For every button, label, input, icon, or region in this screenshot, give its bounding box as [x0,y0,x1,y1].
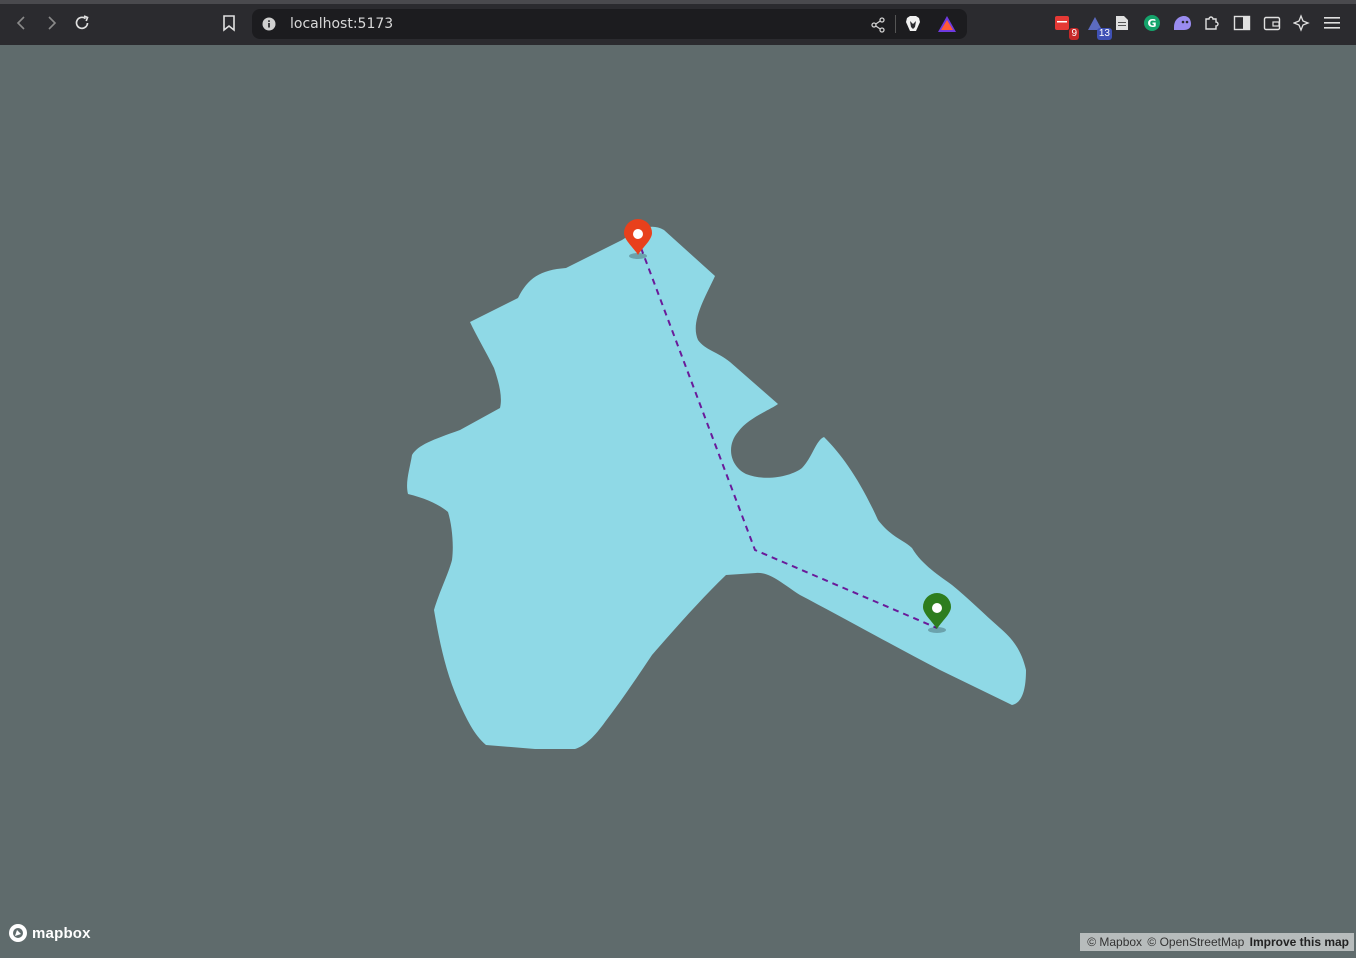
calendar-extension-button[interactable]: 9 [1051,12,1079,40]
attribution-osm-link[interactable]: © OpenStreetMap [1147,935,1244,949]
sparkle-icon [1293,14,1310,32]
doc-extension-button[interactable] [1111,12,1133,34]
extensions-button[interactable] [1201,12,1223,34]
bookmark-icon [223,15,235,32]
ghost-extension-icon [1174,16,1191,30]
map-attribution: © Mapbox © OpenStreetMap Improve this ma… [1080,933,1354,951]
calendar-extension-icon [1055,16,1069,30]
brave-shield-icon[interactable] [904,15,922,33]
brave-rewards-icon[interactable] [937,15,957,33]
map-svg[interactable] [0,45,1356,953]
marker-dot [633,229,643,239]
mapbox-logo[interactable]: mapbox [8,923,91,943]
marker-dot [932,603,942,613]
map-canvas[interactable]: mapbox © Mapbox © OpenStreetMap Improve … [0,45,1356,953]
back-button[interactable] [9,10,35,36]
attribution-mapbox-link[interactable]: © Mapbox [1087,935,1142,949]
divider [895,15,896,33]
share-icon[interactable] [870,17,886,33]
wallet-button[interactable] [1261,12,1283,34]
menu-button[interactable] [1321,12,1343,34]
info-icon[interactable] [262,17,276,31]
mapbox-logo-icon [9,924,27,942]
url-text[interactable]: localhost:5173 [290,16,393,32]
reload-icon [75,15,89,30]
address-bar[interactable]: localhost:5173 [252,9,967,39]
extension-badge: 9 [1069,28,1079,40]
mapbox-wordmark: mapbox [32,924,91,942]
grammarly-icon: G [1144,15,1160,31]
browser-toolbar: localhost:5173 9 13 G [0,0,1356,45]
ghost-extension-button[interactable] [1171,12,1193,34]
grammarly-button[interactable]: G [1141,12,1163,34]
svg-text:G: G [1147,17,1156,30]
menu-icon [1324,17,1340,29]
improve-map-link[interactable]: Improve this map [1250,935,1349,949]
extension-badge: 13 [1096,28,1112,40]
leo-ai-button[interactable] [1291,12,1313,34]
chevron-right-icon [48,16,57,30]
todo-extension-button[interactable]: 13 [1084,12,1112,40]
chevron-left-icon [16,16,25,30]
forward-button[interactable] [38,10,64,36]
reload-button[interactable] [69,10,95,36]
puzzle-icon [1205,16,1219,30]
sidebar-button[interactable] [1231,12,1253,34]
wallet-icon [1263,16,1281,31]
lake-polygon [407,226,1026,750]
bookmark-button[interactable] [216,10,242,36]
sidebar-icon [1233,15,1251,31]
doc-extension-icon [1116,16,1128,30]
